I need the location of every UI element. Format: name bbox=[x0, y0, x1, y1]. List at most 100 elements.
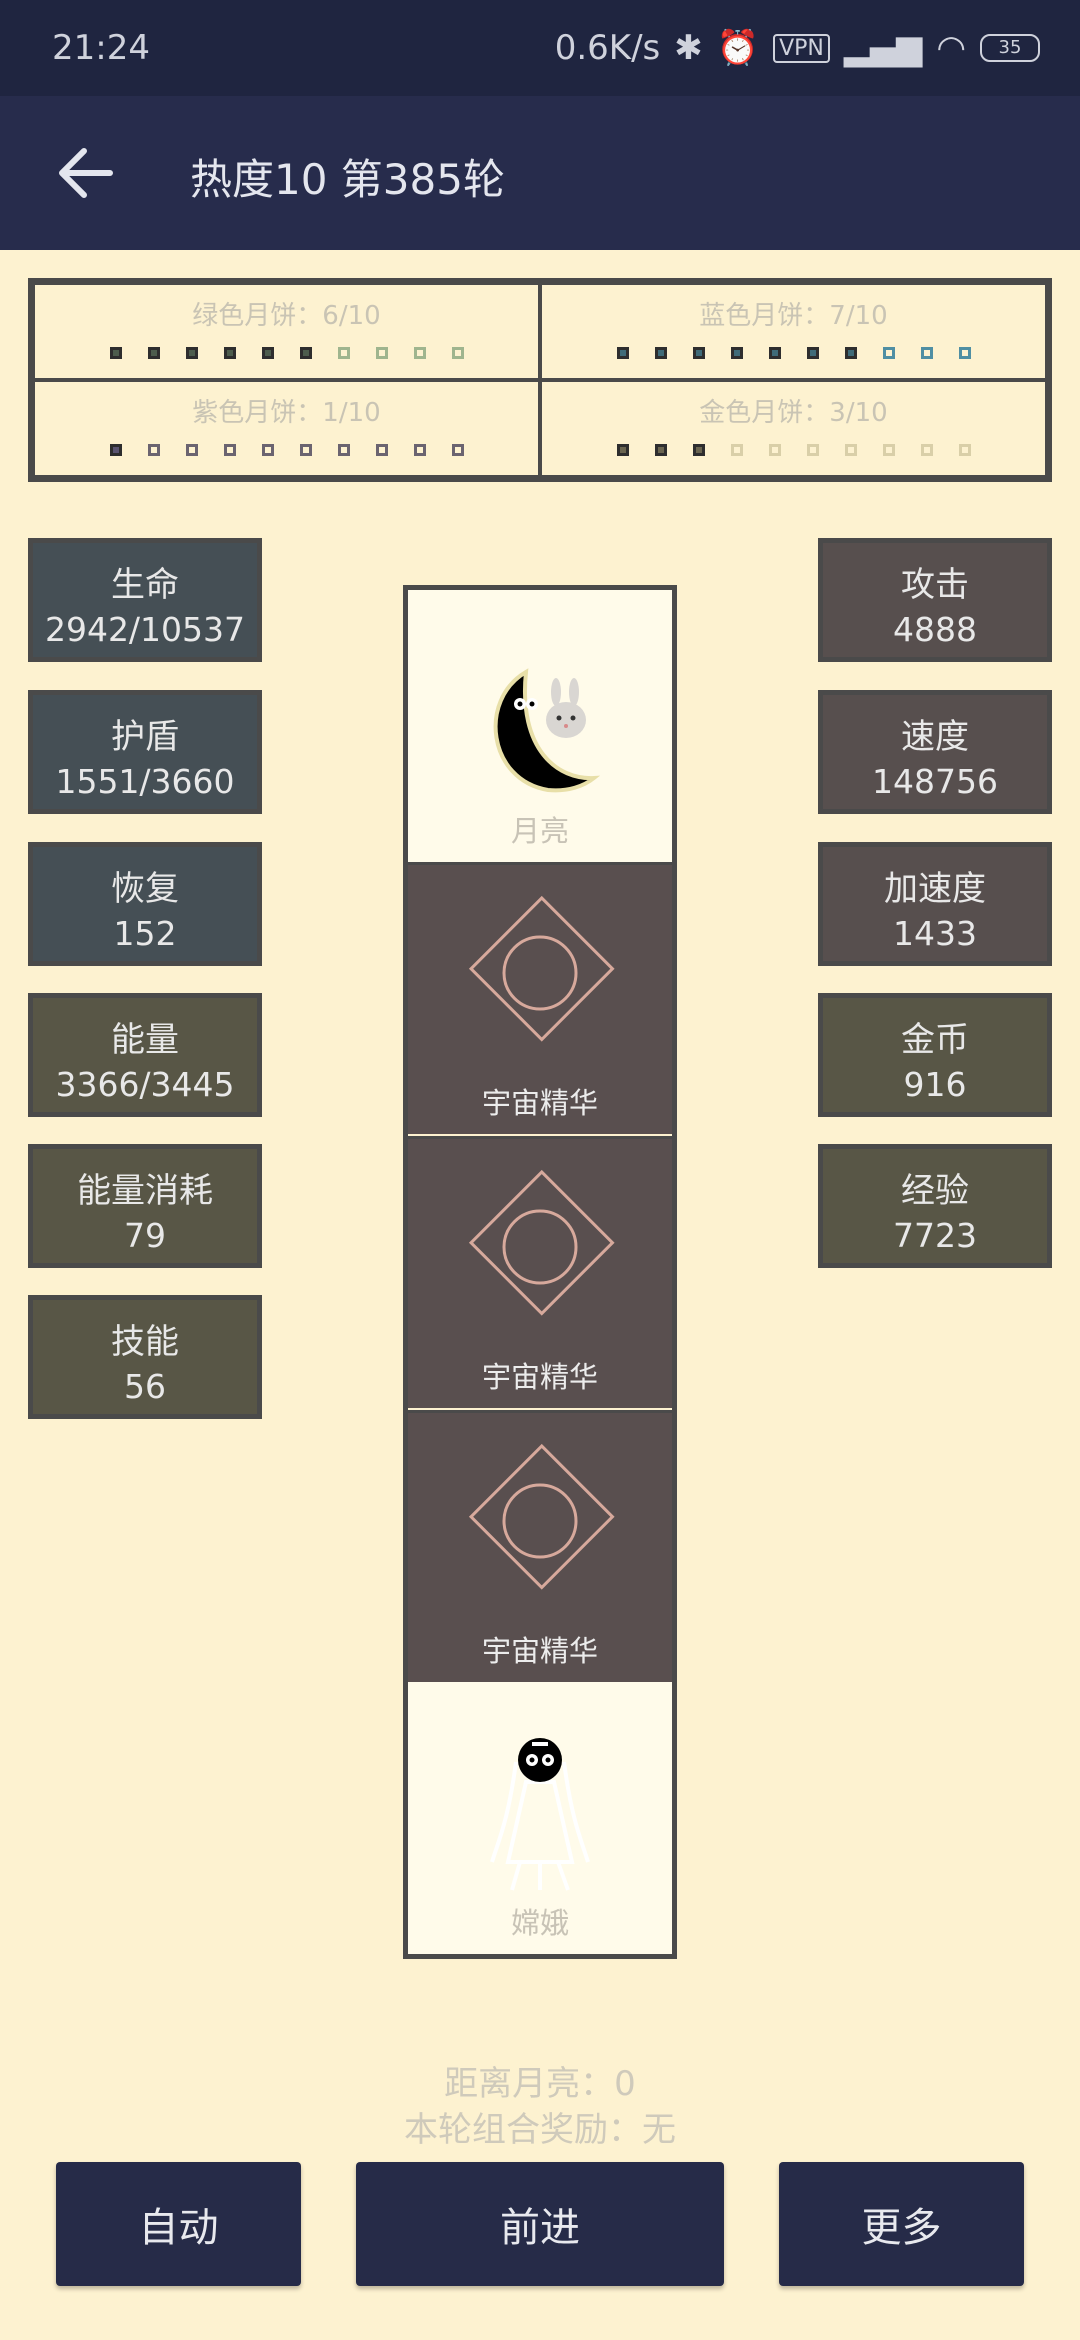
cosmic-essence-icon bbox=[468, 1169, 615, 1316]
stat-value: 916 bbox=[903, 1065, 967, 1104]
stat-name: 护盾 bbox=[111, 717, 179, 757]
arrow-left-icon bbox=[59, 148, 113, 198]
track-cell-moon[interactable]: 月亮 bbox=[408, 590, 672, 862]
combo-bonus-text: 本轮组合奖励：无 bbox=[404, 2110, 676, 2150]
track-cell-label: 嫦娥 bbox=[510, 1906, 569, 1940]
progress-square-filled bbox=[261, 347, 274, 359]
progress-square-filled bbox=[692, 347, 705, 359]
track-cell-player[interactable]: 嫦娥 bbox=[408, 1682, 672, 1954]
stat-hp: 生命 2942/10537 bbox=[28, 538, 262, 662]
mooncake-label: 蓝色月饼：7/10 bbox=[699, 301, 888, 331]
progress-square-empty bbox=[806, 444, 819, 456]
stat-name: 经验 bbox=[901, 1171, 969, 1211]
stat-value: 79 bbox=[124, 1216, 166, 1255]
progress-square-empty bbox=[375, 444, 388, 456]
progress-square-filled bbox=[147, 347, 160, 359]
more-button[interactable]: 更多 bbox=[779, 2162, 1024, 2286]
stat-value: 4888 bbox=[893, 610, 977, 649]
progress-square-filled bbox=[185, 347, 198, 359]
cosmic-essence-icon bbox=[468, 895, 615, 1042]
mooncake-dots bbox=[35, 347, 538, 359]
progress-square-filled bbox=[654, 444, 667, 456]
progress-square-empty bbox=[451, 444, 464, 456]
mooncake-dots bbox=[542, 347, 1045, 359]
change-character-icon bbox=[490, 1738, 590, 1891]
stat-energy-cost: 能量消耗 79 bbox=[28, 1144, 262, 1268]
progress-square-filled bbox=[109, 347, 122, 359]
stat-recovery: 恢复 152 bbox=[28, 842, 262, 966]
battery-level: 35 bbox=[998, 37, 1022, 58]
mooncake-progress: 绿色月饼：6/10 蓝色月饼：7/10 紫色月饼：1/10 金色月饼：3/10 bbox=[28, 278, 1052, 482]
track-cell-label: 宇宙精华 bbox=[481, 1360, 598, 1394]
stat-name: 加速度 bbox=[884, 869, 986, 909]
mooncake-label: 绿色月饼：6/10 bbox=[192, 301, 381, 331]
progress-square-filled bbox=[299, 347, 312, 359]
progress-square-filled bbox=[616, 347, 629, 359]
page-title: 热度10 第385轮 bbox=[190, 155, 505, 204]
stat-acceleration: 加速度 1433 bbox=[818, 842, 1052, 966]
mooncake-label: 紫色月饼：1/10 bbox=[192, 398, 381, 428]
stat-exp: 经验 7723 bbox=[818, 1144, 1052, 1268]
track-cell-essence[interactable]: 宇宙精华 bbox=[408, 862, 672, 1134]
stat-value: 1551/3660 bbox=[55, 762, 235, 801]
bluetooth-icon: ✱ bbox=[674, 28, 703, 68]
status-time: 21:24 bbox=[52, 28, 150, 68]
progress-square-filled bbox=[768, 347, 781, 359]
progress-square-filled bbox=[616, 444, 629, 456]
mooncake-green: 绿色月饼：6/10 bbox=[33, 283, 540, 380]
signal-icon: ▂▄▆ bbox=[843, 28, 923, 68]
progress-square-empty bbox=[768, 444, 781, 456]
stat-value: 152 bbox=[113, 914, 177, 953]
mooncake-blue: 蓝色月饼：7/10 bbox=[540, 283, 1047, 380]
stat-name: 技能 bbox=[111, 1322, 179, 1362]
stat-name: 金币 bbox=[901, 1020, 969, 1060]
journey-track: 月亮 宇宙精华 宇宙精华 宇宙精华 嫦娥 bbox=[403, 585, 677, 1959]
progress-square-empty bbox=[147, 444, 160, 456]
stat-value: 2942/10537 bbox=[44, 610, 246, 649]
mooncake-dots bbox=[542, 444, 1045, 456]
stat-name: 速度 bbox=[901, 717, 969, 757]
progress-square-empty bbox=[882, 347, 895, 359]
stat-value: 3366/3445 bbox=[55, 1065, 235, 1104]
alarm-icon: ⏰ bbox=[716, 28, 760, 68]
forward-button[interactable]: 前进 bbox=[356, 2162, 724, 2286]
stat-skill: 技能 56 bbox=[28, 1295, 262, 1419]
vpn-icon: VPN bbox=[773, 33, 830, 63]
wifi-icon: ◠ bbox=[936, 28, 966, 68]
stat-name: 生命 bbox=[111, 565, 179, 605]
mooncake-label: 金色月饼：3/10 bbox=[699, 398, 888, 428]
progress-square-filled bbox=[730, 347, 743, 359]
progress-square-empty bbox=[185, 444, 198, 456]
stat-name: 能量消耗 bbox=[77, 1171, 213, 1211]
progress-square-empty bbox=[730, 444, 743, 456]
app-bar: 热度10 第385轮 bbox=[0, 96, 1080, 250]
progress-square-filled bbox=[844, 347, 857, 359]
stat-value: 7723 bbox=[893, 1216, 977, 1255]
battery-icon: 35 bbox=[980, 34, 1040, 62]
auto-button[interactable]: 自动 bbox=[56, 2162, 301, 2286]
progress-square-empty bbox=[920, 444, 933, 456]
progress-square-empty bbox=[958, 347, 971, 359]
progress-square-empty bbox=[958, 444, 971, 456]
mooncake-gold: 金色月饼：3/10 bbox=[540, 380, 1047, 477]
track-cell-label: 月亮 bbox=[510, 814, 569, 848]
stat-value: 148756 bbox=[872, 762, 998, 801]
progress-square-filled bbox=[692, 444, 705, 456]
network-speed: 0.6K/s bbox=[554, 28, 661, 68]
progress-square-empty bbox=[844, 444, 857, 456]
stat-gold: 金币 916 bbox=[818, 993, 1052, 1117]
track-cell-essence[interactable]: 宇宙精华 bbox=[408, 1136, 672, 1408]
track-cell-essence[interactable]: 宇宙精华 bbox=[408, 1410, 672, 1682]
cosmic-essence-icon bbox=[468, 1443, 615, 1590]
back-button[interactable] bbox=[52, 138, 122, 208]
progress-square-empty bbox=[337, 444, 350, 456]
stat-name: 攻击 bbox=[901, 565, 969, 605]
stat-energy: 能量 3366/3445 bbox=[28, 993, 262, 1117]
moon-icon bbox=[493, 668, 601, 793]
stat-name: 恢复 bbox=[111, 869, 179, 909]
progress-square-filled bbox=[223, 347, 236, 359]
progress-square-empty bbox=[882, 444, 895, 456]
progress-square-empty bbox=[413, 444, 426, 456]
progress-square-filled bbox=[109, 444, 122, 456]
progress-square-empty bbox=[299, 444, 312, 456]
